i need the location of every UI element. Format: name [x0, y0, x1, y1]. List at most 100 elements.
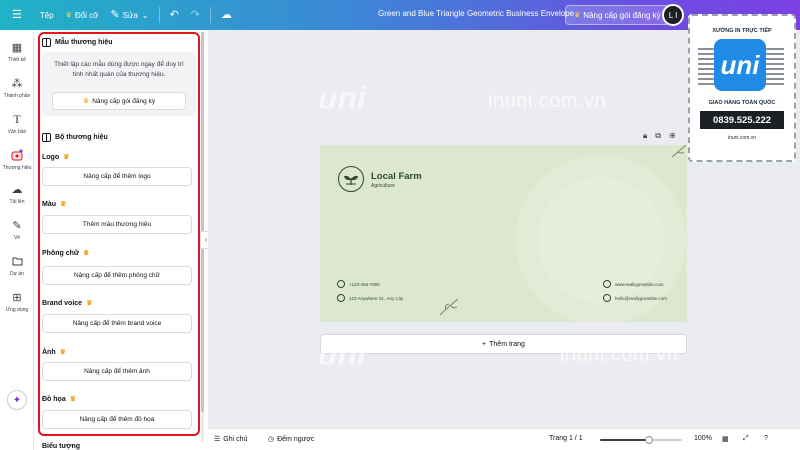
- add-page-icon[interactable]: ⊕: [669, 131, 676, 141]
- rail-item-design[interactable]: ▦ Thiết kế: [0, 40, 34, 64]
- upgrade-add-logo-button[interactable]: Nâng cấp để thêm logo: [42, 167, 192, 186]
- rail-item-uploads[interactable]: ☁ Tải lên: [0, 182, 34, 206]
- chevron-left-icon: ‹: [204, 236, 208, 244]
- redo-button[interactable]: ↷: [185, 0, 206, 30]
- apps-icon: ⊞: [12, 291, 22, 304]
- pencil-icon: ✎: [110, 8, 120, 21]
- brand-kit-heading: Bộ thương hiệu: [42, 133, 108, 142]
- brand-logo[interactable]: [338, 166, 364, 192]
- rail-item-brand[interactable]: Thương hiệu: [0, 148, 34, 171]
- watermark-text: inuni.com.vn: [488, 90, 607, 112]
- crown-icon: ♛: [82, 250, 90, 257]
- location-icon: [337, 294, 345, 302]
- redo-icon: ↷: [190, 8, 200, 21]
- resize-button[interactable]: ♛ Đổi cỡ: [60, 0, 105, 30]
- crown-icon: ♛: [60, 201, 67, 208]
- layout-icon: ▦: [11, 41, 23, 54]
- zoom-slider[interactable]: [600, 436, 682, 444]
- menu-button[interactable]: ☰: [0, 0, 28, 30]
- cloud-save-status[interactable]: ☁: [215, 0, 238, 30]
- stamp-url: inuni.com.vn: [727, 135, 757, 141]
- globe-icon: [603, 280, 611, 288]
- lock-icon[interactable]: 🔒︎: [643, 131, 647, 141]
- section-logo-label: Logo ♛: [42, 153, 70, 162]
- brand-kit-icon: [42, 133, 51, 142]
- watermark-stamp: XƯỞNG IN TRỰC TIẾP uni GIAO HÀNG TOÀN QU…: [688, 14, 796, 162]
- upgrade-add-graphics-button[interactable]: Nâng cấp để thêm đồ họa: [42, 410, 192, 429]
- design-brand-name[interactable]: Local Farm: [371, 171, 422, 182]
- upgrade-add-font-button[interactable]: Nâng cấp để thêm phông chữ: [42, 266, 192, 285]
- left-rail: ▦ Thiết kế ⁂ Thành phần T Văn bản Thương…: [0, 30, 34, 450]
- zoom-slider-fill: [600, 439, 650, 441]
- rail-item-projects[interactable]: Dự án: [0, 254, 34, 277]
- page-indicator[interactable]: Trang 1 / 1: [549, 435, 583, 442]
- bottom-bar: ☰ Ghi chú ◷ Đếm ngược Trang 1 / 1 100% ▦…: [208, 428, 800, 450]
- leaf-icon: [344, 175, 358, 185]
- crown-icon: ♛: [59, 349, 66, 356]
- upgrade-button[interactable]: ♛ Nâng cấp gói đăng ký: [565, 5, 670, 25]
- crown-icon: ♛: [69, 396, 77, 403]
- section-brand-voice-label: Brand voice ♛: [42, 299, 93, 308]
- document-title[interactable]: Green and Blue Triangle Geometric Busine…: [378, 9, 574, 18]
- file-menu[interactable]: Tệp: [28, 0, 60, 30]
- brand-templates-description: Thiết lập các mẫu dùng được ngay để duy …: [54, 61, 184, 78]
- avatar[interactable]: L I: [662, 4, 684, 26]
- stamp-middle-text: GIAO HÀNG TOÀN QUỐC: [708, 100, 776, 106]
- design-brand-subtitle[interactable]: Agriculture: [371, 183, 395, 189]
- crown-icon: ♛: [82, 98, 90, 105]
- section-graphics-label: Đồ họa ♛: [42, 395, 77, 404]
- rail-item-draw[interactable]: ✎ Vẽ: [0, 218, 34, 242]
- watermark-text: inuni.com.vn: [560, 344, 679, 366]
- template-icon: [42, 38, 51, 47]
- mail-icon: [603, 294, 611, 302]
- add-brand-color-button[interactable]: Thêm màu thương hiệu: [42, 215, 192, 234]
- rail-item-elements[interactable]: ⁂ Thành phần: [0, 76, 34, 100]
- crown-icon: ♛: [65, 12, 72, 19]
- leaf-decoration: [671, 145, 687, 158]
- plus-icon: +: [482, 340, 487, 348]
- section-color-label: Màu ♛: [42, 200, 67, 209]
- upload-icon: ☁: [11, 183, 23, 196]
- help-icon: ?: [764, 435, 768, 442]
- crown-icon: ♛: [63, 154, 70, 161]
- section-icons-label: Biểu tượng: [42, 443, 81, 450]
- rail-item-apps[interactable]: ⊞ Ứng dụng: [0, 290, 34, 314]
- undo-button[interactable]: ↶: [164, 0, 185, 30]
- folder-icon: [10, 254, 24, 268]
- timer-button[interactable]: ◷ Đếm ngược: [268, 435, 314, 444]
- stamp-top-text: XƯỞNG IN TRỰC TIẾP: [712, 28, 772, 34]
- watermark-logo: uni: [318, 336, 366, 372]
- notes-button[interactable]: ☰ Ghi chú: [214, 435, 247, 444]
- grid-icon: ▦: [722, 436, 729, 443]
- crown-icon: ♛: [86, 300, 93, 307]
- design-phone[interactable]: +123-456-7890: [337, 280, 380, 288]
- elements-icon: ⁂: [11, 77, 23, 90]
- help-button[interactable]: ?: [764, 435, 768, 442]
- upgrade-add-brand-voice-button[interactable]: Nâng cấp để thêm brand voice: [42, 314, 192, 333]
- scrollbar-thumb[interactable]: [201, 32, 204, 412]
- brand-templates-heading: Mẫu thương hiệu: [42, 38, 112, 47]
- magic-sparkle-button[interactable]: ✦: [7, 390, 27, 410]
- rail-item-text[interactable]: T Văn bản: [0, 112, 34, 136]
- crown-icon: ♛: [574, 12, 581, 19]
- watermark-logo: uni: [318, 80, 366, 116]
- undo-icon: ↶: [169, 8, 179, 21]
- stamp-phone: 0839.525.222: [700, 111, 784, 129]
- zoom-level[interactable]: 100%: [694, 435, 712, 442]
- design-address[interactable]: 123 Anywhere St., Any City: [337, 294, 403, 302]
- timer-icon: ◷: [268, 436, 275, 443]
- divider: [209, 7, 211, 23]
- design-website[interactable]: www.reallygreatsite.com: [603, 280, 664, 288]
- edit-menu[interactable]: ✎ Sửa ⌄: [104, 0, 154, 30]
- fullscreen-icon: ⤢: [743, 435, 749, 442]
- cloud-icon: ☁: [220, 8, 232, 21]
- duplicate-icon[interactable]: ⧉: [655, 131, 661, 141]
- design-email[interactable]: hello@reallygreatsite.com: [603, 294, 667, 302]
- upgrade-add-photos-button[interactable]: Nâng cấp để thêm ảnh: [42, 362, 192, 381]
- fullscreen-button[interactable]: ⤢: [743, 435, 749, 443]
- sparkle-icon: ✦: [12, 394, 22, 406]
- brand-templates-upgrade-button[interactable]: ♛ Nâng cấp gói đăng ký: [52, 92, 186, 110]
- section-font-label: Phông chữ ♛: [42, 249, 90, 258]
- chevron-down-icon: ⌄: [141, 10, 149, 20]
- grid-view-button[interactable]: ▦: [722, 435, 729, 443]
